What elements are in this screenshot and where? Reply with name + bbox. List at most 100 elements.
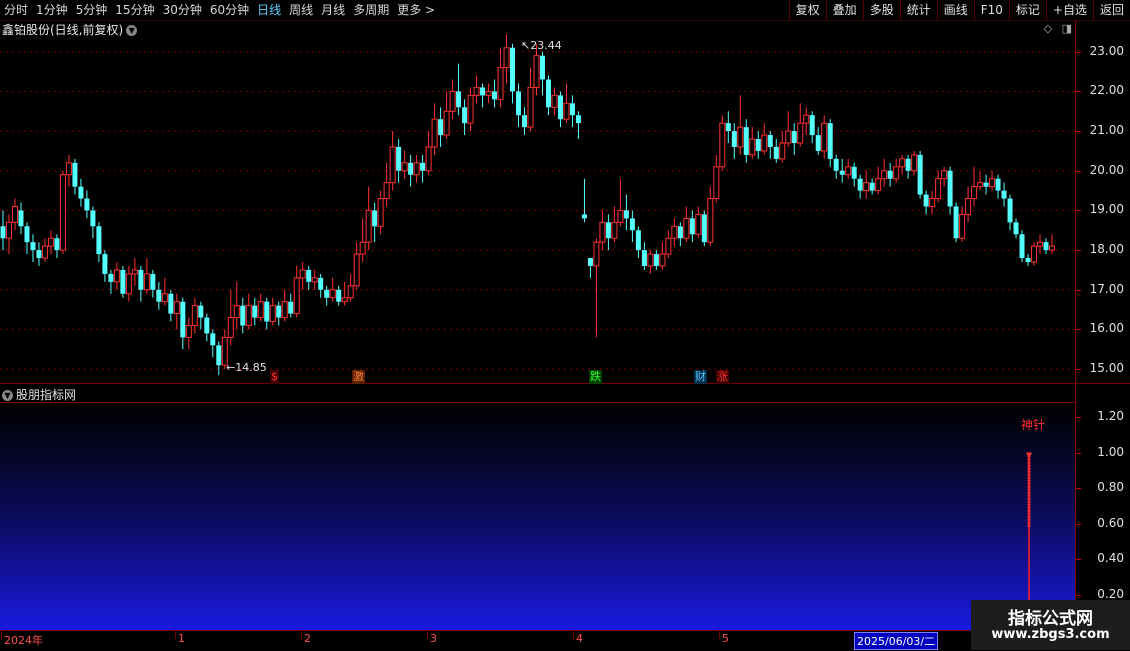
toolbar-button-3[interactable]: 统计 xyxy=(899,0,937,20)
candle xyxy=(329,277,336,302)
candle xyxy=(683,206,690,243)
candle xyxy=(72,158,78,195)
candle xyxy=(755,131,761,159)
candle xyxy=(401,150,408,179)
period-tab-6[interactable]: 日线 xyxy=(253,0,285,20)
period-tab-7[interactable]: 周线 xyxy=(285,0,317,20)
period-tab-2[interactable]: 5分钟 xyxy=(72,0,112,20)
period-tab-1[interactable]: 1分钟 xyxy=(32,0,72,20)
candle xyxy=(1043,238,1049,255)
candle xyxy=(216,341,222,376)
cursor-date: 2025/06/03/二 xyxy=(854,632,939,650)
date-tick xyxy=(301,631,302,639)
toolbar-button-6[interactable]: 标记 xyxy=(1008,0,1046,20)
toolbar-button-2[interactable]: 多股 xyxy=(862,0,900,20)
toolbar-button-0[interactable]: 复权 xyxy=(788,0,826,20)
candle xyxy=(635,226,641,259)
candle xyxy=(311,269,318,290)
toolbar-button-4[interactable]: 画线 xyxy=(936,0,974,20)
candle xyxy=(773,139,779,163)
candle xyxy=(24,222,30,255)
candle xyxy=(785,111,792,147)
signal-label: 神针 xyxy=(1021,418,1046,432)
candle xyxy=(413,154,420,183)
date-label: 1 xyxy=(178,632,185,645)
period-tab-8[interactable]: 月线 xyxy=(317,0,349,20)
toolbar-button-7[interactable]: +自选 xyxy=(1045,0,1093,20)
candle xyxy=(443,91,450,140)
candle xyxy=(389,131,396,191)
price-axis-tick xyxy=(1076,51,1081,53)
candle xyxy=(161,277,168,306)
candle xyxy=(293,265,300,318)
candle xyxy=(396,139,402,183)
toolbar-button-8[interactable]: 返回 xyxy=(1092,0,1130,20)
candle xyxy=(1049,234,1055,255)
candle xyxy=(156,281,162,310)
price-axis-label: 20.00 xyxy=(1089,162,1124,177)
candle xyxy=(599,210,606,251)
price-axis-tick xyxy=(1076,250,1081,252)
candle xyxy=(959,206,966,243)
period-tab-4[interactable]: 30分钟 xyxy=(159,0,206,20)
candle xyxy=(767,131,773,159)
candle xyxy=(1037,234,1044,255)
candle xyxy=(233,281,240,330)
candle xyxy=(893,158,900,183)
indicator-axis-tick xyxy=(1076,594,1081,596)
period-tab-3[interactable]: 15分钟 xyxy=(111,0,158,20)
date-label: 5 xyxy=(722,632,729,645)
candle xyxy=(503,34,510,84)
candle xyxy=(269,297,276,326)
candle xyxy=(995,174,1001,199)
candle xyxy=(845,158,852,179)
period-tab-5[interactable]: 60分钟 xyxy=(206,0,253,20)
candle xyxy=(408,154,414,187)
candle xyxy=(480,83,486,108)
candle xyxy=(809,111,815,143)
period-tab-0[interactable]: 分时 xyxy=(0,0,32,20)
candle xyxy=(569,95,575,128)
candle xyxy=(185,317,192,350)
candle xyxy=(941,166,948,187)
candle xyxy=(527,67,534,132)
toolbar-button-1[interactable]: 叠加 xyxy=(825,0,863,20)
price-axis-tick xyxy=(1076,289,1081,291)
candle xyxy=(881,158,888,187)
candle xyxy=(737,95,744,155)
candle xyxy=(833,154,839,179)
candle xyxy=(120,265,126,298)
candle xyxy=(725,111,731,143)
high-price-label: ↖23.44 xyxy=(521,39,562,52)
event-marker[interactable]: 跌 xyxy=(589,370,602,384)
candle xyxy=(497,47,504,108)
date-tick xyxy=(719,631,720,639)
candle xyxy=(827,119,833,167)
candle xyxy=(977,170,984,191)
indicator-chart xyxy=(1026,452,1032,630)
candle xyxy=(125,265,132,302)
event-marker[interactable]: 财 xyxy=(694,370,707,384)
candle xyxy=(605,214,611,251)
price-axis-tick xyxy=(1076,369,1081,371)
period-tab-10[interactable]: 更多 > xyxy=(393,0,439,20)
candle xyxy=(264,297,270,330)
candle xyxy=(857,174,863,199)
indicator-axis-label: 0.60 xyxy=(1097,515,1124,530)
price-axis-tick xyxy=(1076,91,1081,93)
candle xyxy=(18,202,24,235)
event-marker[interactable]: 激 xyxy=(352,370,365,384)
event-marker[interactable]: 涨 xyxy=(716,370,729,384)
period-tab-9[interactable]: 多周期 xyxy=(349,0,393,20)
candle xyxy=(689,210,695,243)
indicator-axis-tick xyxy=(1076,417,1081,419)
price-axis-label: 23.00 xyxy=(1089,43,1124,58)
candle xyxy=(276,301,282,326)
candle xyxy=(65,154,72,187)
toolbar-button-5[interactable]: F10 xyxy=(973,0,1009,20)
event-marker[interactable]: $ xyxy=(270,370,279,384)
indicator-axis-label: 0.40 xyxy=(1097,551,1124,566)
date-tick xyxy=(1,631,2,639)
indicator-axis-tick xyxy=(1076,488,1081,490)
candlestick-chart[interactable] xyxy=(0,20,1075,385)
